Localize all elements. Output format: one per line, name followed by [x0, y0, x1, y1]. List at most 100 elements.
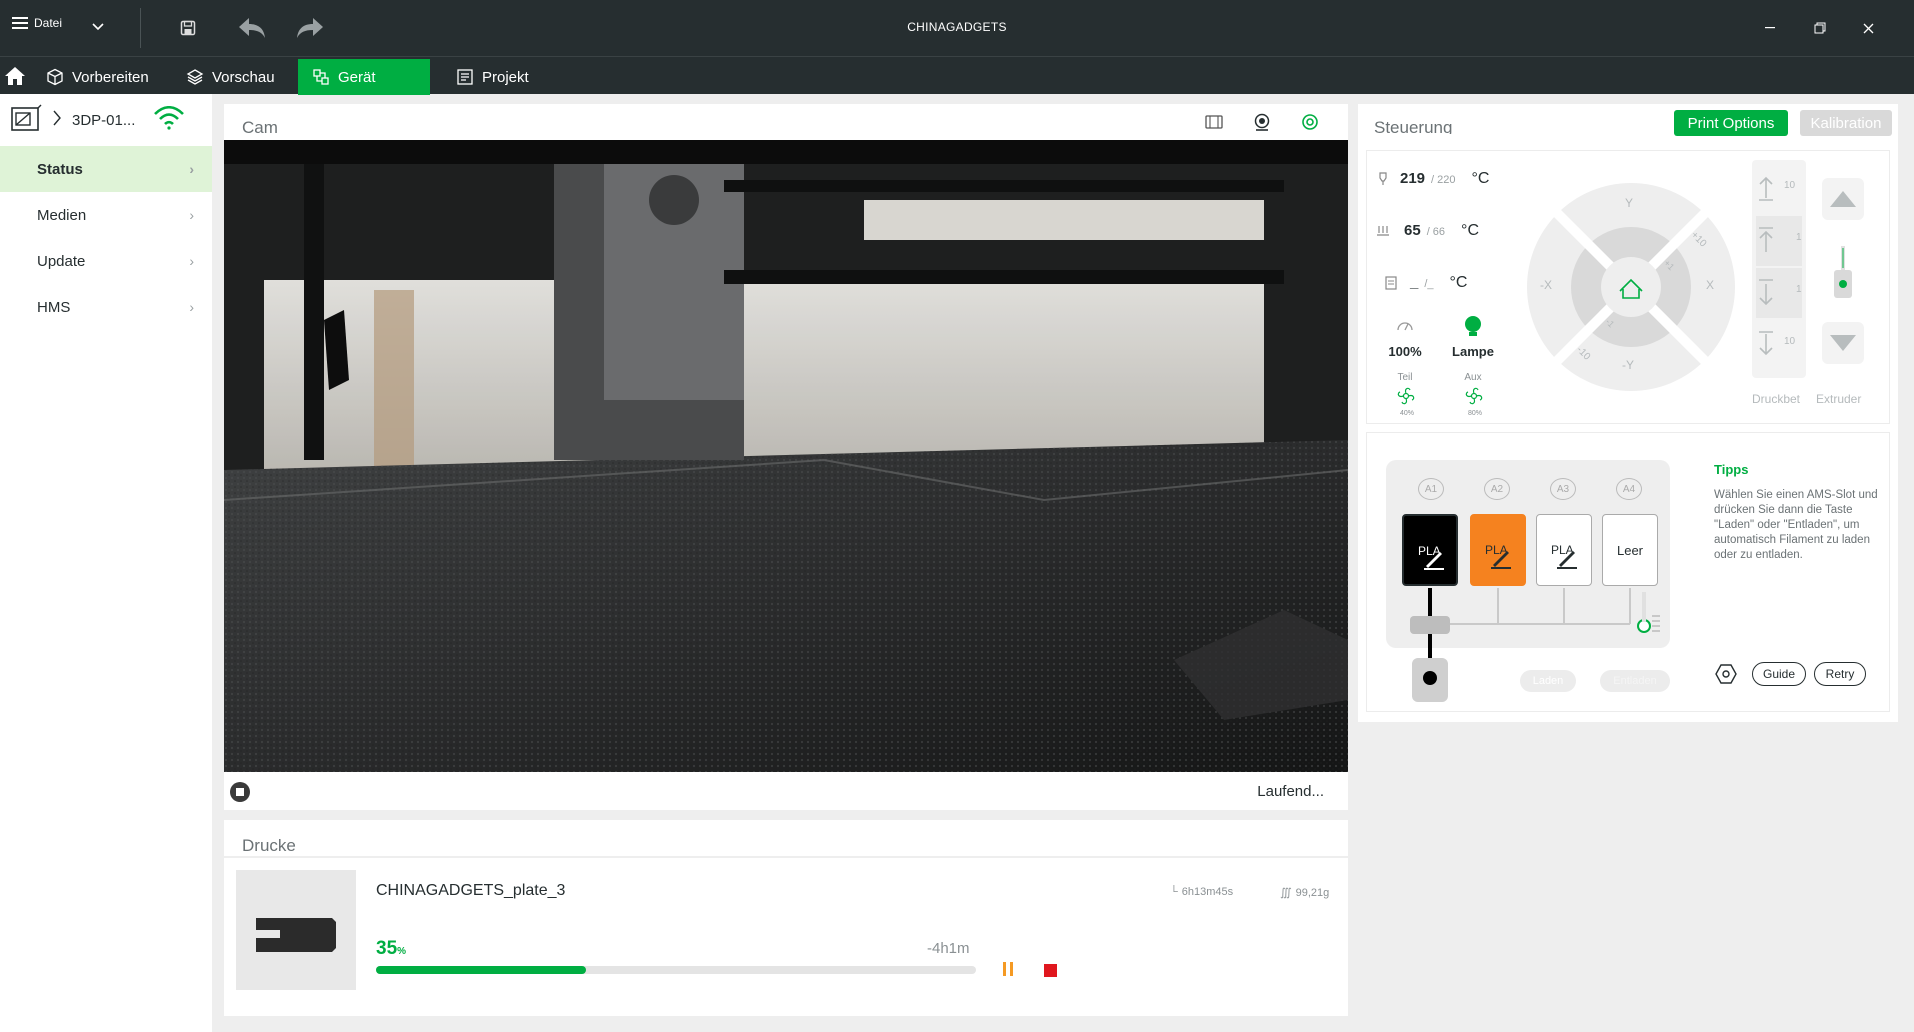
minimize-button[interactable]	[1756, 14, 1784, 42]
job-weight-value: 99,21g	[1295, 887, 1330, 899]
entladen-button[interactable]: Entladen	[1600, 670, 1670, 692]
ams-slot-a4[interactable]: Leer	[1602, 514, 1658, 586]
sidebar-item-update[interactable]: Update ›	[0, 238, 212, 284]
kalibration-button[interactable]: Kalibration	[1800, 110, 1892, 136]
chamber-icon	[1384, 276, 1398, 295]
camera-status: Laufend...	[1257, 783, 1324, 800]
fan-aux-icon[interactable]	[1464, 386, 1484, 411]
z-step-label: 10	[1784, 180, 1796, 191]
pause-button[interactable]	[1000, 962, 1016, 978]
sidebar: 3DP-01... Status › Medien › Update › HMS…	[0, 94, 212, 1032]
laden-button[interactable]: Laden	[1520, 670, 1576, 692]
chamber-target: /_	[1424, 278, 1434, 290]
clock-icon: └	[1170, 886, 1178, 898]
print-job-header: Drucke	[224, 820, 1348, 856]
extruder-up-button[interactable]	[1822, 178, 1864, 220]
camera-settings-icon[interactable]	[1300, 112, 1320, 137]
sidebar-item-label: Status	[37, 160, 83, 178]
jog-x-minus[interactable]: -X	[1540, 278, 1552, 292]
save-icon[interactable]	[172, 12, 204, 44]
camera-image	[224, 140, 1348, 772]
ams-slot-a1[interactable]: PLA	[1402, 514, 1458, 586]
home-axes-button[interactable]	[1601, 257, 1661, 317]
sidebar-item-status[interactable]: Status ›	[0, 146, 212, 192]
chevron-right-icon: ›	[189, 207, 194, 223]
tab-label: Gerät	[338, 68, 376, 86]
chevron-right-icon	[52, 109, 62, 132]
chevron-right-icon: ›	[189, 253, 194, 269]
camera-status-bar: Laufend...	[224, 772, 1348, 810]
time-remaining: -4h1m	[927, 940, 970, 957]
lamp-icon[interactable]	[1462, 314, 1484, 343]
bed-temp[interactable]: 65 / 66 °C	[1404, 222, 1479, 240]
extruder-label: Extruder	[1816, 392, 1862, 406]
filament-icon: ∭	[1280, 887, 1292, 899]
progress-unit: %	[397, 946, 407, 957]
plate-thumbnail	[236, 870, 356, 990]
tab-geraet[interactable]: Gerät	[298, 59, 430, 95]
jog-y-minus[interactable]: -Y	[1622, 358, 1634, 372]
edit-icon	[1422, 546, 1446, 573]
close-button[interactable]	[1854, 14, 1882, 42]
ams-slot-a3[interactable]: PLA	[1536, 514, 1592, 586]
z-down-1-button[interactable]: 1	[1756, 268, 1802, 318]
undo-icon[interactable]	[236, 12, 268, 44]
fan-part-icon[interactable]	[1396, 386, 1416, 411]
job-time: └ 6h13m45s	[1170, 886, 1233, 898]
sidebar-item-medien[interactable]: Medien ›	[0, 192, 212, 238]
stop-recording-button[interactable]	[230, 782, 250, 802]
bed-unit: °C	[1461, 222, 1479, 239]
tipps-text: Wählen Sie einen AMS-Slot und drücken Si…	[1714, 489, 1878, 561]
layers-icon	[186, 68, 204, 86]
home-icon[interactable]	[4, 65, 26, 87]
jog-x-plus[interactable]: X	[1706, 278, 1714, 292]
tab-projekt[interactable]: Projekt	[442, 59, 543, 95]
tab-vorbereiten[interactable]: Vorbereiten	[32, 59, 163, 95]
nozzle-target: / 220	[1431, 174, 1456, 186]
ams-slot-a2[interactable]: PLA	[1470, 514, 1526, 586]
lamp-label: Lampe	[1452, 344, 1494, 359]
tab-label: Projekt	[482, 68, 529, 86]
camera-title: Cam	[242, 118, 278, 134]
chamber-temp[interactable]: _ /_ °C	[1410, 274, 1467, 292]
fan-part-label: Teil	[1397, 372, 1413, 383]
jog-y-plus[interactable]: Y	[1625, 196, 1633, 210]
print-options-button[interactable]: Print Options	[1674, 110, 1788, 136]
tab-vorschau[interactable]: Vorschau	[172, 59, 289, 95]
ams-settings-icon[interactable]	[1714, 662, 1738, 691]
restore-button[interactable]	[1806, 14, 1834, 42]
ams-tag-a4: A4	[1616, 478, 1642, 500]
file-menu-button[interactable]: Datei	[12, 16, 62, 30]
ams-tag-a2: A2	[1484, 478, 1510, 500]
ams-tag-a3: A3	[1550, 478, 1576, 500]
redo-icon[interactable]	[294, 12, 326, 44]
nozzle-temp[interactable]: 219 / 220 °C	[1400, 170, 1489, 188]
nozzle-current: 219	[1400, 170, 1426, 187]
sidebar-item-label: Medien	[37, 206, 87, 224]
job-name: CHINAGADGETS_plate_3	[376, 882, 566, 899]
speed-value[interactable]: 100%	[1380, 344, 1430, 359]
progress-fill	[376, 966, 586, 974]
file-menu-label: Datei	[34, 16, 63, 30]
sd-card-icon[interactable]	[1204, 112, 1224, 137]
main-nav: Vorbereiten Vorschau Gerät Projekt	[0, 56, 1914, 95]
printer-selector[interactable]: 3DP-01...	[0, 94, 212, 146]
stop-print-button[interactable]	[1044, 964, 1057, 977]
sidebar-item-label: HMS	[37, 298, 71, 316]
divider	[140, 8, 141, 48]
retry-button[interactable]: Retry	[1814, 662, 1866, 686]
sidebar-item-hms[interactable]: HMS ›	[0, 284, 212, 330]
fan-aux-label: Aux	[1464, 372, 1482, 383]
z-up-10-button[interactable]: 10	[1756, 164, 1802, 214]
z-down-10-button[interactable]: 10	[1756, 320, 1802, 370]
window-title: CHINAGADGETS	[907, 20, 1007, 34]
guide-button[interactable]: Guide	[1752, 662, 1806, 686]
slot-label: Leer	[1616, 542, 1644, 558]
chevron-down-icon[interactable]	[92, 18, 104, 34]
extruder-down-button[interactable]	[1822, 322, 1864, 364]
extruder-indicator	[1830, 244, 1856, 304]
z-up-1-button[interactable]: 1	[1756, 216, 1802, 266]
webcam-icon[interactable]	[1252, 112, 1272, 137]
chamber-current: _	[1410, 274, 1419, 291]
bed-icon	[1376, 224, 1390, 243]
